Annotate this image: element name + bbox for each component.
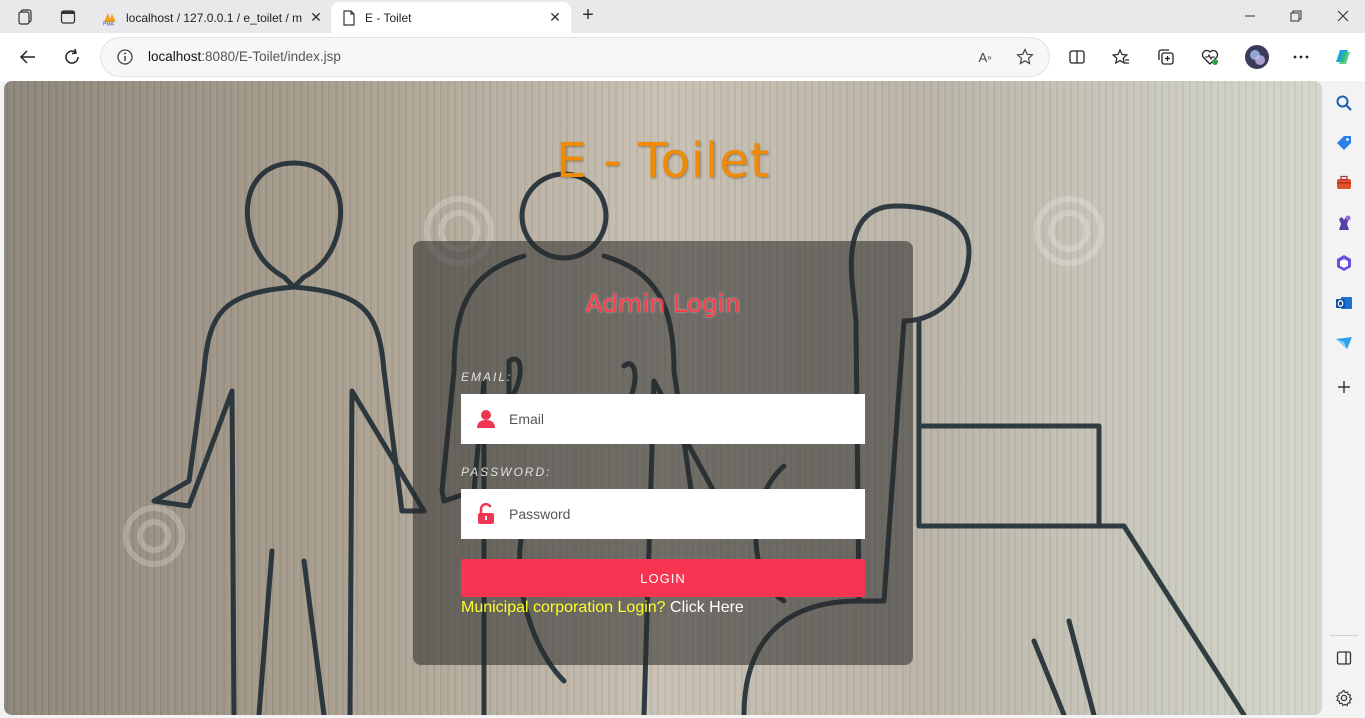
svg-text:PMA: PMA: [103, 21, 115, 26]
unlock-icon: [475, 503, 497, 525]
page-title: E - Toilet: [556, 133, 770, 189]
tab-bar: PMA localhost / 127.0.0.1 / e_toilet / m…: [0, 0, 1365, 33]
send-icon[interactable]: [1334, 333, 1354, 353]
sidebar-divider: [1330, 635, 1358, 636]
shopping-tag-icon[interactable]: [1334, 133, 1354, 153]
minimize-icon[interactable]: [1240, 6, 1260, 26]
user-icon: [475, 408, 497, 430]
more-options-icon[interactable]: [1290, 46, 1312, 68]
tab-phpmyadmin[interactable]: PMA localhost / 127.0.0.1 / e_toilet / m…: [92, 2, 332, 33]
close-icon[interactable]: ✕: [306, 8, 326, 28]
url-text[interactable]: localhost:8080/E-Toilet/index.jsp: [148, 49, 341, 64]
favorites-icon[interactable]: [1110, 46, 1132, 68]
municipal-question: Municipal corporation Login?: [461, 599, 666, 616]
profile-avatar[interactable]: [1244, 44, 1270, 70]
collections-icon[interactable]: [1155, 46, 1177, 68]
settings-gear-icon[interactable]: [1334, 688, 1354, 708]
tab-actions-icon[interactable]: [59, 8, 77, 26]
url-host: localhost: [148, 49, 202, 64]
site-info-icon[interactable]: [116, 48, 134, 66]
page-viewport: E - Toilet Admin Login EMAIL: PASSWORD: …: [4, 81, 1322, 715]
favorite-star-icon[interactable]: [1016, 48, 1034, 66]
password-label: PASSWORD:: [461, 465, 552, 479]
password-input[interactable]: [509, 506, 865, 522]
url-path: :8080/E-Toilet/index.jsp: [201, 49, 341, 64]
add-icon[interactable]: [1334, 377, 1354, 397]
login-button[interactable]: LOGIN: [461, 559, 865, 597]
tab-title: localhost / 127.0.0.1 / e_toilet / m: [126, 10, 303, 25]
password-field[interactable]: [461, 489, 865, 539]
games-icon[interactable]: [1334, 213, 1354, 233]
microsoft-365-icon[interactable]: [1334, 253, 1354, 273]
tab-e-toilet[interactable]: E - Toilet ✕: [331, 2, 571, 33]
search-icon[interactable]: [1334, 93, 1354, 113]
back-icon[interactable]: [17, 46, 39, 68]
page-icon: [341, 9, 357, 26]
hide-sidebar-icon[interactable]: [1334, 648, 1354, 668]
email-label: EMAIL:: [461, 370, 513, 384]
email-input[interactable]: [509, 411, 865, 427]
municipal-login-link[interactable]: Click Here: [670, 599, 744, 616]
new-tab-icon[interactable]: +: [578, 5, 598, 26]
tab-title: E - Toilet: [365, 10, 412, 25]
refresh-icon[interactable]: [61, 46, 83, 68]
read-aloud-icon[interactable]: A»: [976, 48, 994, 66]
restore-icon[interactable]: [1286, 6, 1306, 26]
copilot-icon[interactable]: [1332, 46, 1354, 68]
card-title: Admin Login: [585, 289, 741, 318]
tools-briefcase-icon[interactable]: [1334, 173, 1354, 193]
municipal-login-row: Municipal corporation Login? Click Here: [461, 599, 744, 617]
outlook-icon[interactable]: [1334, 293, 1354, 313]
close-window-icon[interactable]: [1333, 6, 1353, 26]
navigation-bar: localhost:8080/E-Toilet/index.jsp A»: [0, 33, 1365, 81]
phpmyadmin-icon: PMA: [102, 10, 118, 26]
close-icon[interactable]: ✕: [545, 8, 565, 28]
email-field[interactable]: [461, 394, 865, 444]
split-screen-icon[interactable]: [1066, 46, 1088, 68]
edge-sidebar: [1323, 81, 1365, 718]
login-card: Admin Login EMAIL: PASSWORD: LOGIN Munic…: [413, 241, 913, 665]
browser-essentials-icon[interactable]: [1199, 46, 1221, 68]
workspaces-icon[interactable]: [17, 8, 35, 26]
address-bar[interactable]: localhost:8080/E-Toilet/index.jsp A»: [100, 37, 1050, 77]
